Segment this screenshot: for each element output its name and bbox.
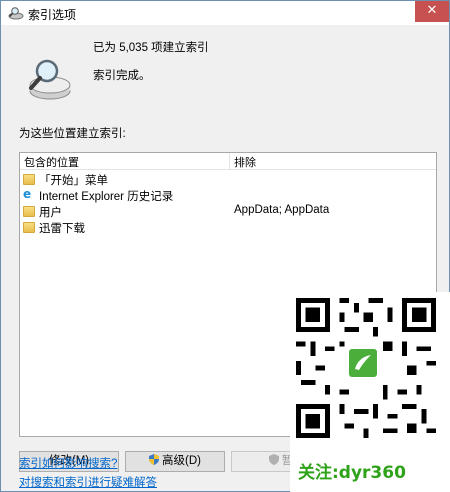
watermark-text: 关注:dyr360 xyxy=(298,463,406,483)
column-header-exclude[interactable]: 排除 xyxy=(234,154,256,170)
column-divider[interactable] xyxy=(229,153,230,169)
internet-explorer-icon: e xyxy=(23,187,32,201)
folder-icon xyxy=(23,174,35,185)
how-indexing-affects-search-link[interactable]: 索引如何影响搜索? xyxy=(19,455,117,471)
window-title: 索引选项 xyxy=(28,8,77,22)
folder-icon xyxy=(23,222,35,233)
indexing-options-icon xyxy=(8,7,24,20)
index-count-text: 已为 5,035 项建立索引 xyxy=(93,42,209,54)
location-name: Internet Explorer 历史记录 xyxy=(39,191,174,203)
list-item[interactable]: 用户 AppData; AppData xyxy=(20,203,436,219)
index-status-text: 索引完成。 xyxy=(93,70,151,82)
list-item[interactable]: 迅雷下载 xyxy=(20,219,436,235)
qr-code-overlay: 关注:dyr360 xyxy=(290,292,450,492)
list-header: 包含的位置 排除 xyxy=(20,153,436,170)
uac-shield-icon xyxy=(268,454,279,465)
logo-icon xyxy=(349,349,377,377)
location-name: 迅雷下载 xyxy=(39,223,85,235)
location-name: 用户 xyxy=(39,207,62,219)
location-exclusions: AppData; AppData xyxy=(234,204,330,216)
column-header-included[interactable]: 包含的位置 xyxy=(24,154,79,170)
title-bar: 索引选项 ✕ xyxy=(1,1,449,25)
list-item[interactable]: e Internet Explorer 历史记录 xyxy=(20,187,436,204)
list-item[interactable]: 「开始」菜单 xyxy=(20,171,436,187)
advanced-button-label: 高级(D) xyxy=(162,455,201,467)
qr-logo xyxy=(347,347,379,379)
close-button[interactable]: ✕ xyxy=(415,1,449,22)
indexing-magnifier-icon xyxy=(29,59,71,100)
troubleshoot-link[interactable]: 对搜索和索引进行疑难解答 xyxy=(19,474,157,490)
uac-shield-icon xyxy=(149,454,160,465)
folder-icon xyxy=(23,206,35,217)
advanced-button[interactable]: 高级(D) xyxy=(125,451,225,472)
location-name: 「开始」菜单 xyxy=(39,175,108,187)
locations-label: 为这些位置建立索引: xyxy=(19,128,126,140)
